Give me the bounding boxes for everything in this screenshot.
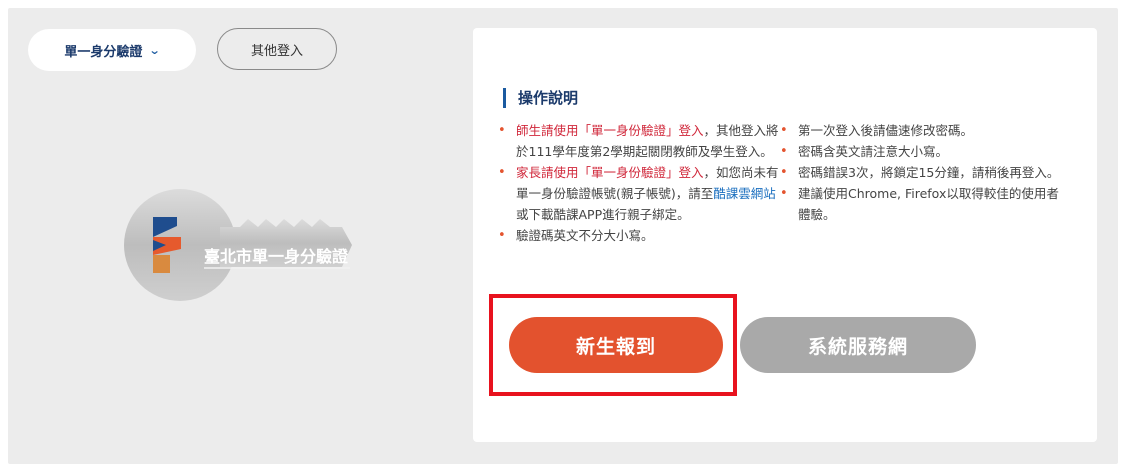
- instructions-right-list: 第一次登入後請儘速修改密碼。 密碼含英文請注意大小寫。 密碼錯誤3次，將鎖定15…: [780, 120, 1070, 225]
- list-item: 驗證碼英文不分大小寫。: [498, 225, 784, 246]
- list-item: 家長請使用「單一身份驗證」登入，如您尚未有單一身份驗證帳號(親子帳號)，請至酷課…: [498, 162, 784, 225]
- list-item: 建議使用Chrome, Firefox以取得較佳的使用者體驗。: [780, 183, 1070, 225]
- system-service-button[interactable]: 系統服務網: [740, 317, 976, 373]
- instruction-text: 或下載酷課APP進行親子綁定。: [516, 207, 690, 222]
- highlight-box: [489, 294, 737, 396]
- instruction-text: 驗證碼英文不分大小寫。: [516, 228, 654, 243]
- chevron-down-icon: ⌄: [149, 43, 161, 57]
- instruction-highlight: 家長請使用「單一身份驗證」登入: [516, 165, 704, 180]
- login-method-dropdown[interactable]: 單一身分驗證 ⌄: [28, 29, 196, 71]
- list-item: 第一次登入後請儘速修改密碼。: [780, 120, 1070, 141]
- instructions-title: 操作說明: [503, 88, 578, 108]
- coocloud-link[interactable]: 酷課雲網站: [713, 186, 776, 201]
- list-item: 密碼含英文請注意大小寫。: [780, 141, 1070, 162]
- list-item: 密碼錯誤3次，將鎖定15分鐘，請稍後再登入。: [780, 162, 1070, 183]
- taipei-sso-key-logo: 臺北市單一身分驗證: [120, 185, 370, 309]
- other-login-button[interactable]: 其他登入: [217, 28, 337, 70]
- login-method-label: 單一身分驗證: [64, 44, 143, 60]
- instruction-highlight: 師生請使用「單一身份驗證」登入: [516, 123, 704, 138]
- list-item: 師生請使用「單一身份驗證」登入，其他登入將於111學年度第2學期起關閉教師及學生…: [498, 120, 784, 162]
- logo-text: 臺北市單一身分驗證: [204, 247, 349, 266]
- instructions-left-list: 師生請使用「單一身份驗證」登入，其他登入將於111學年度第2學期起關閉教師及學生…: [498, 120, 784, 246]
